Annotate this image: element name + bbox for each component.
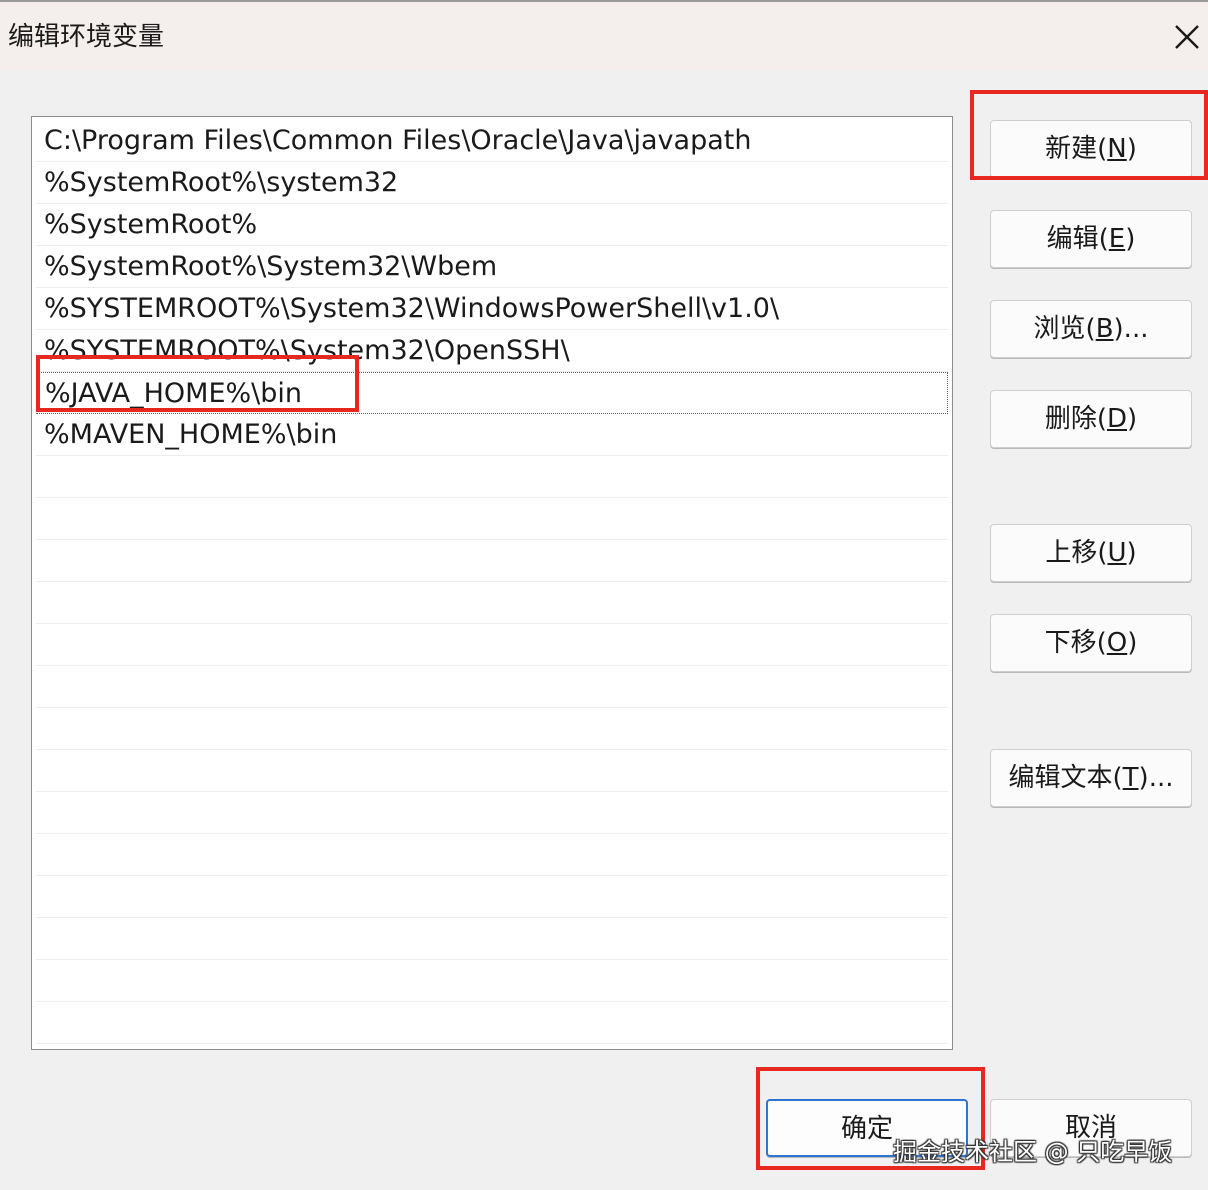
path-list[interactable]: C:\Program Files\Common Files\Oracle\Jav… [31,116,953,1050]
close-button[interactable] [1166,16,1206,56]
list-item[interactable]: %SYSTEMROOT%\System32\WindowsPowerShell\… [36,288,948,330]
empty-list-row[interactable] [36,1002,948,1044]
empty-list-row[interactable] [36,624,948,666]
edit-button[interactable]: 编辑(E) [990,210,1192,268]
empty-list-row[interactable] [36,750,948,792]
empty-list-row[interactable] [36,960,948,1002]
list-item[interactable]: C:\Program Files\Common Files\Oracle\Jav… [36,120,948,162]
list-item[interactable]: %SystemRoot%\System32\Wbem [36,246,948,288]
list-item[interactable]: %MAVEN_HOME%\bin [36,414,948,456]
move-up-button[interactable]: 上移(U) [990,524,1192,582]
window-title: 编辑环境变量 [8,22,165,52]
empty-list-row[interactable] [36,708,948,750]
delete-button[interactable]: 删除(D) [990,390,1192,448]
empty-list-row[interactable] [36,582,948,624]
list-item[interactable]: %SystemRoot%\system32 [36,162,948,204]
empty-list-row[interactable] [36,918,948,960]
edit-text-button[interactable]: 编辑文本(T)... [990,749,1192,807]
empty-list-row[interactable] [36,456,948,498]
empty-list-row[interactable] [36,876,948,918]
edit-env-var-dialog: 编辑环境变量 C:\Program Files\Common Files\Ora… [0,0,1208,1190]
list-item-selected[interactable]: %JAVA_HOME%\bin [36,372,948,414]
title-bar: 编辑环境变量 [0,2,1208,70]
empty-list-row[interactable] [36,666,948,708]
empty-list-row[interactable] [36,834,948,876]
browse-button[interactable]: 浏览(B)... [990,300,1192,358]
empty-list-row[interactable] [36,540,948,582]
new-button[interactable]: 新建(N) [990,120,1192,178]
move-down-button[interactable]: 下移(O) [990,614,1192,672]
watermark: 掘金技术社区 @ 只吃早饭 [893,1138,1173,1166]
empty-list-row[interactable] [36,498,948,540]
list-item[interactable]: %SYSTEMROOT%\System32\OpenSSH\ [36,330,948,372]
list-item[interactable]: %SystemRoot% [36,204,948,246]
empty-list-row[interactable] [36,792,948,834]
close-icon [1175,25,1199,49]
